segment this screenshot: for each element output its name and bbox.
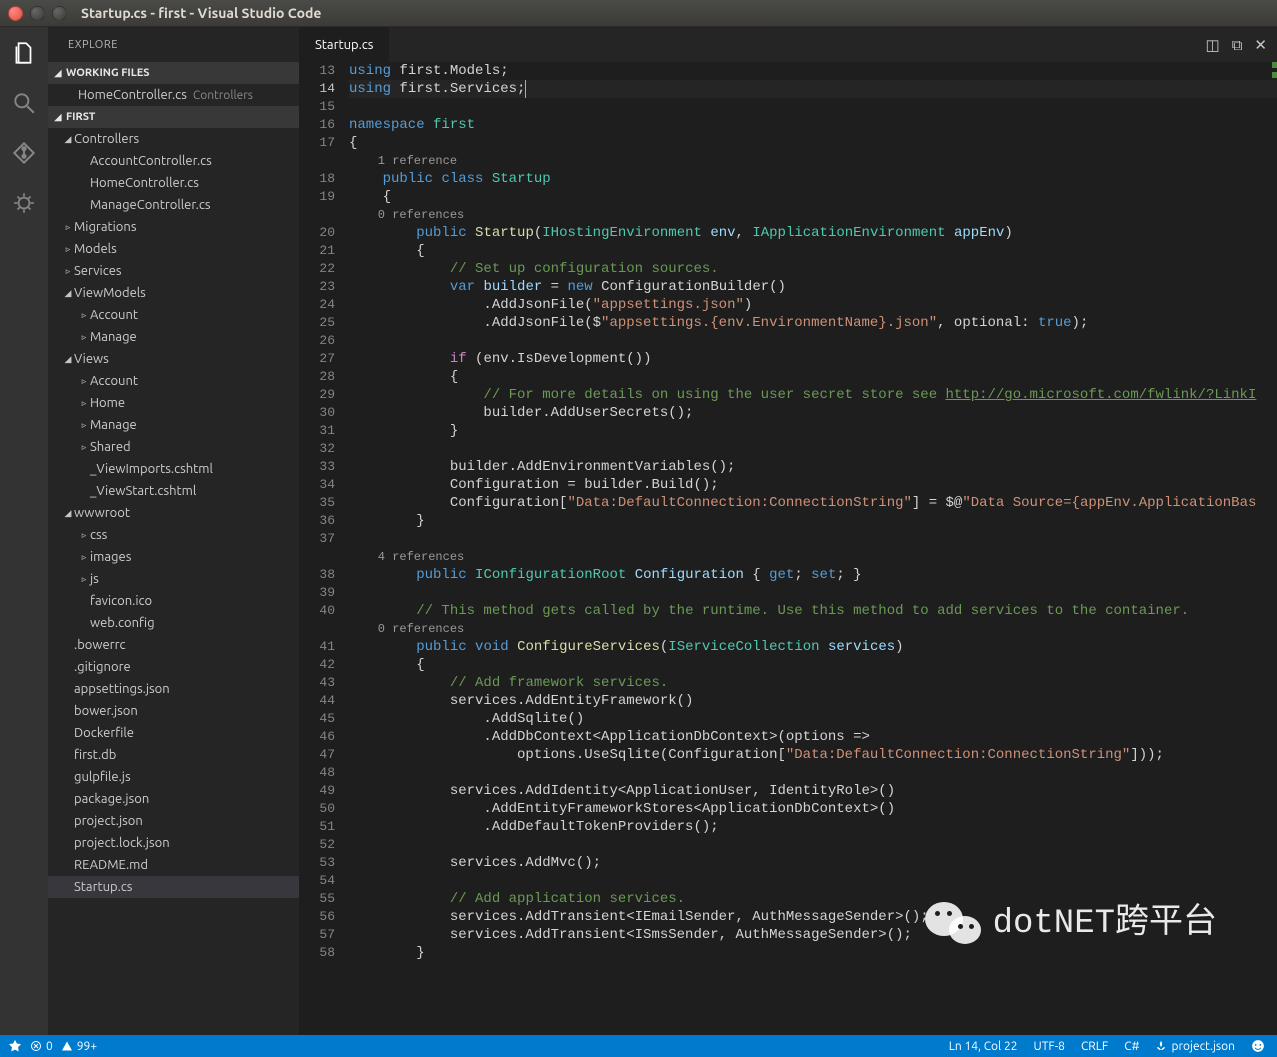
tree-item[interactable]: .gitignore	[48, 656, 299, 678]
working-files-tree: HomeController.cs Controllers	[48, 84, 299, 106]
status-eol[interactable]: CRLF	[1081, 1040, 1108, 1053]
status-language[interactable]: C#	[1124, 1040, 1139, 1053]
tree-item[interactable]: _ViewImports.cshtml	[48, 458, 299, 480]
project-header[interactable]: ◢ FIRST	[48, 106, 299, 128]
explorer-icon[interactable]	[10, 39, 38, 67]
chevron-down-icon: ◢	[62, 354, 74, 365]
tree-item[interactable]: ◢Views	[48, 348, 299, 370]
activity-bar	[0, 27, 48, 1035]
window-title: Startup.cs - first - Visual Studio Code	[81, 5, 321, 21]
working-file-item[interactable]: HomeController.cs Controllers	[48, 84, 299, 106]
tree-item[interactable]: project.lock.json	[48, 832, 299, 854]
chevron-right-icon: ▹	[78, 552, 90, 563]
tree-item[interactable]: project.json	[48, 810, 299, 832]
git-icon[interactable]	[10, 139, 38, 167]
chevron-right-icon: ▹	[62, 222, 74, 233]
chevron-down-icon: ◢	[62, 508, 74, 519]
tree-item[interactable]: ▹Account	[48, 370, 299, 392]
tree-item[interactable]: ▹Services	[48, 260, 299, 282]
window-minimize-icon[interactable]	[30, 6, 45, 21]
status-warnings[interactable]: 99+	[61, 1040, 97, 1053]
chevron-down-icon: ◢	[62, 134, 74, 145]
chevron-right-icon: ▹	[62, 244, 74, 255]
chevron-down-icon: ◢	[62, 288, 74, 299]
debug-icon[interactable]	[10, 189, 38, 217]
overview-ruler	[1272, 62, 1277, 1035]
tree-item[interactable]: gulpfile.js	[48, 766, 299, 788]
chevron-right-icon: ▹	[78, 420, 90, 431]
tree-item[interactable]: ▹Home	[48, 392, 299, 414]
code-editor[interactable]: 1314151617181920212223242526272829303132…	[299, 62, 1277, 1035]
chevron-right-icon: ▹	[78, 398, 90, 409]
tree-item[interactable]: ▹Account	[48, 304, 299, 326]
chevron-down-icon: ◢	[52, 68, 64, 79]
tree-item[interactable]: ▹images	[48, 546, 299, 568]
tree-item[interactable]: Startup.cs	[48, 876, 299, 898]
window-close-icon[interactable]	[8, 6, 23, 21]
tree-item[interactable]: README.md	[48, 854, 299, 876]
tree-item[interactable]: favicon.ico	[48, 590, 299, 612]
sidebar-title: EXPLORE	[48, 27, 299, 62]
close-tab-icon[interactable]: ✕	[1254, 36, 1267, 54]
tree-item[interactable]: Dockerfile	[48, 722, 299, 744]
tree-item[interactable]: AccountController.cs	[48, 150, 299, 172]
tree-item[interactable]: ManageController.cs	[48, 194, 299, 216]
tree-item[interactable]: ◢wwwroot	[48, 502, 299, 524]
tab-row: Startup.cs ◫ ⧉ ✕	[299, 27, 1277, 62]
window-controls	[0, 6, 67, 21]
tree-item[interactable]: ▹js	[48, 568, 299, 590]
tree-item[interactable]: ▹Manage	[48, 326, 299, 348]
chevron-right-icon: ▹	[78, 332, 90, 343]
tree-item[interactable]: bower.json	[48, 700, 299, 722]
chevron-right-icon: ▹	[62, 266, 74, 277]
status-position[interactable]: Ln 14, Col 22	[949, 1040, 1018, 1053]
tree-item[interactable]: ▹Shared	[48, 436, 299, 458]
tree-item[interactable]: ◢ViewModels	[48, 282, 299, 304]
chevron-right-icon: ▹	[78, 310, 90, 321]
tree-item[interactable]: web.config	[48, 612, 299, 634]
open-changes-icon[interactable]: ⧉	[1232, 36, 1243, 54]
feedback-icon[interactable]	[1251, 1039, 1265, 1053]
chevron-right-icon: ▹	[78, 574, 90, 585]
tree-item[interactable]: _ViewStart.cshtml	[48, 480, 299, 502]
tree-item[interactable]: ▹Models	[48, 238, 299, 260]
tree-item[interactable]: .bowerrc	[48, 634, 299, 656]
search-icon[interactable]	[10, 89, 38, 117]
omnisharp-icon[interactable]	[8, 1039, 22, 1053]
working-files-header[interactable]: ◢ WORKING FILES	[48, 62, 299, 84]
chevron-down-icon: ◢	[52, 112, 64, 123]
tree-item[interactable]: appsettings.json	[48, 678, 299, 700]
editor-area: Startup.cs ◫ ⧉ ✕ 13141516171819202122232…	[299, 27, 1277, 1035]
tree-item[interactable]: first.db	[48, 744, 299, 766]
status-errors[interactable]: 0	[30, 1040, 53, 1053]
tree-item[interactable]: package.json	[48, 788, 299, 810]
status-project[interactable]: project.json	[1155, 1040, 1235, 1053]
chevron-right-icon: ▹	[78, 442, 90, 453]
title-bar: Startup.cs - first - Visual Studio Code	[0, 0, 1277, 27]
tab-actions: ◫ ⧉ ✕	[1206, 36, 1277, 54]
tree-item[interactable]: ▹css	[48, 524, 299, 546]
status-bar: 0 99+ Ln 14, Col 22 UTF-8 CRLF C# projec…	[0, 1035, 1277, 1057]
tab-active[interactable]: Startup.cs	[299, 27, 389, 62]
chevron-right-icon: ▹	[78, 530, 90, 541]
chevron-right-icon: ▹	[78, 376, 90, 387]
tree-item[interactable]: HomeController.cs	[48, 172, 299, 194]
split-editor-icon[interactable]: ◫	[1206, 36, 1220, 54]
tree-item[interactable]: ▹Migrations	[48, 216, 299, 238]
sidebar: EXPLORE ◢ WORKING FILES HomeController.c…	[48, 27, 299, 1035]
status-encoding[interactable]: UTF-8	[1034, 1040, 1065, 1053]
tree-item[interactable]: ◢Controllers	[48, 128, 299, 150]
tree-item[interactable]: ▹Manage	[48, 414, 299, 436]
project-tree: ◢ControllersAccountController.csHomeCont…	[48, 128, 299, 1035]
window-maximize-icon[interactable]	[52, 6, 67, 21]
